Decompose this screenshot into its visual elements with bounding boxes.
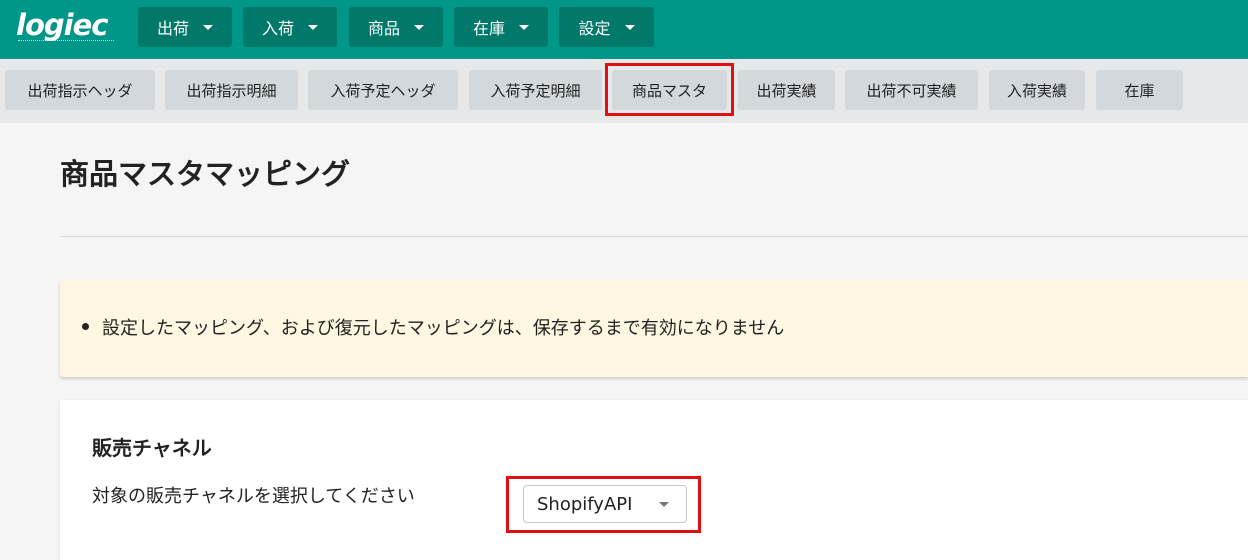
bullet-icon [82,323,89,330]
logo-tagline-mark [18,40,114,43]
notice-item: 設定したマッピング、および復元したマッピングは、保存するまで有効になりません [82,314,785,340]
subnav-shipping-failed-results[interactable]: 出荷不可実績 [845,70,978,110]
menu-label: 在庫 [472,19,505,38]
chevron-down-icon [414,24,424,30]
page-title: 商品マスタマッピング [60,157,351,191]
menu-receiving[interactable]: 入荷 [243,7,337,47]
subnav-shipping-instruction-detail[interactable]: 出荷指示明細 [165,70,298,110]
chevron-down-icon [308,24,318,30]
menu-label: 商品 [367,19,400,38]
menu-shipping[interactable]: 出荷 [138,7,232,47]
chevron-down-icon [203,24,213,30]
title-divider [60,236,1248,237]
notice-banner: 設定したマッピング、および復元したマッピングは、保存するまで有効になりません [60,280,1248,377]
menu-label: 入荷 [261,19,294,38]
top-bar: logiec 出荷 入荷 商品 在庫 設定 [0,0,1248,59]
menu-label: 出荷 [156,19,189,38]
notice-text: 設定したマッピング、および復元したマッピングは、保存するまで有効になりません [102,318,785,339]
panel-title: 販売チャネル [92,436,212,460]
subnav-receiving-plan-header[interactable]: 入荷予定ヘッダ [308,70,458,110]
sales-channel-label: 対象の販売チャネルを選択してください [92,486,415,507]
menu-products[interactable]: 商品 [349,7,443,47]
highlight-box-sales-channel [506,476,701,533]
subnav-receiving-plan-detail[interactable]: 入荷予定明細 [469,70,602,110]
subnav-shipping-results[interactable]: 出荷実績 [738,70,835,110]
highlight-box-product-master [605,63,734,116]
chevron-down-icon [519,24,529,30]
subnav-receiving-results[interactable]: 入荷実績 [989,70,1085,110]
chevron-down-icon [624,24,635,30]
menu-inventory[interactable]: 在庫 [454,7,548,47]
subnav-inventory[interactable]: 在庫 [1096,70,1183,110]
menu-label: 設定 [578,19,611,38]
menu-settings[interactable]: 設定 [559,7,654,47]
subnav-shipping-instruction-header[interactable]: 出荷指示ヘッダ [5,70,155,110]
